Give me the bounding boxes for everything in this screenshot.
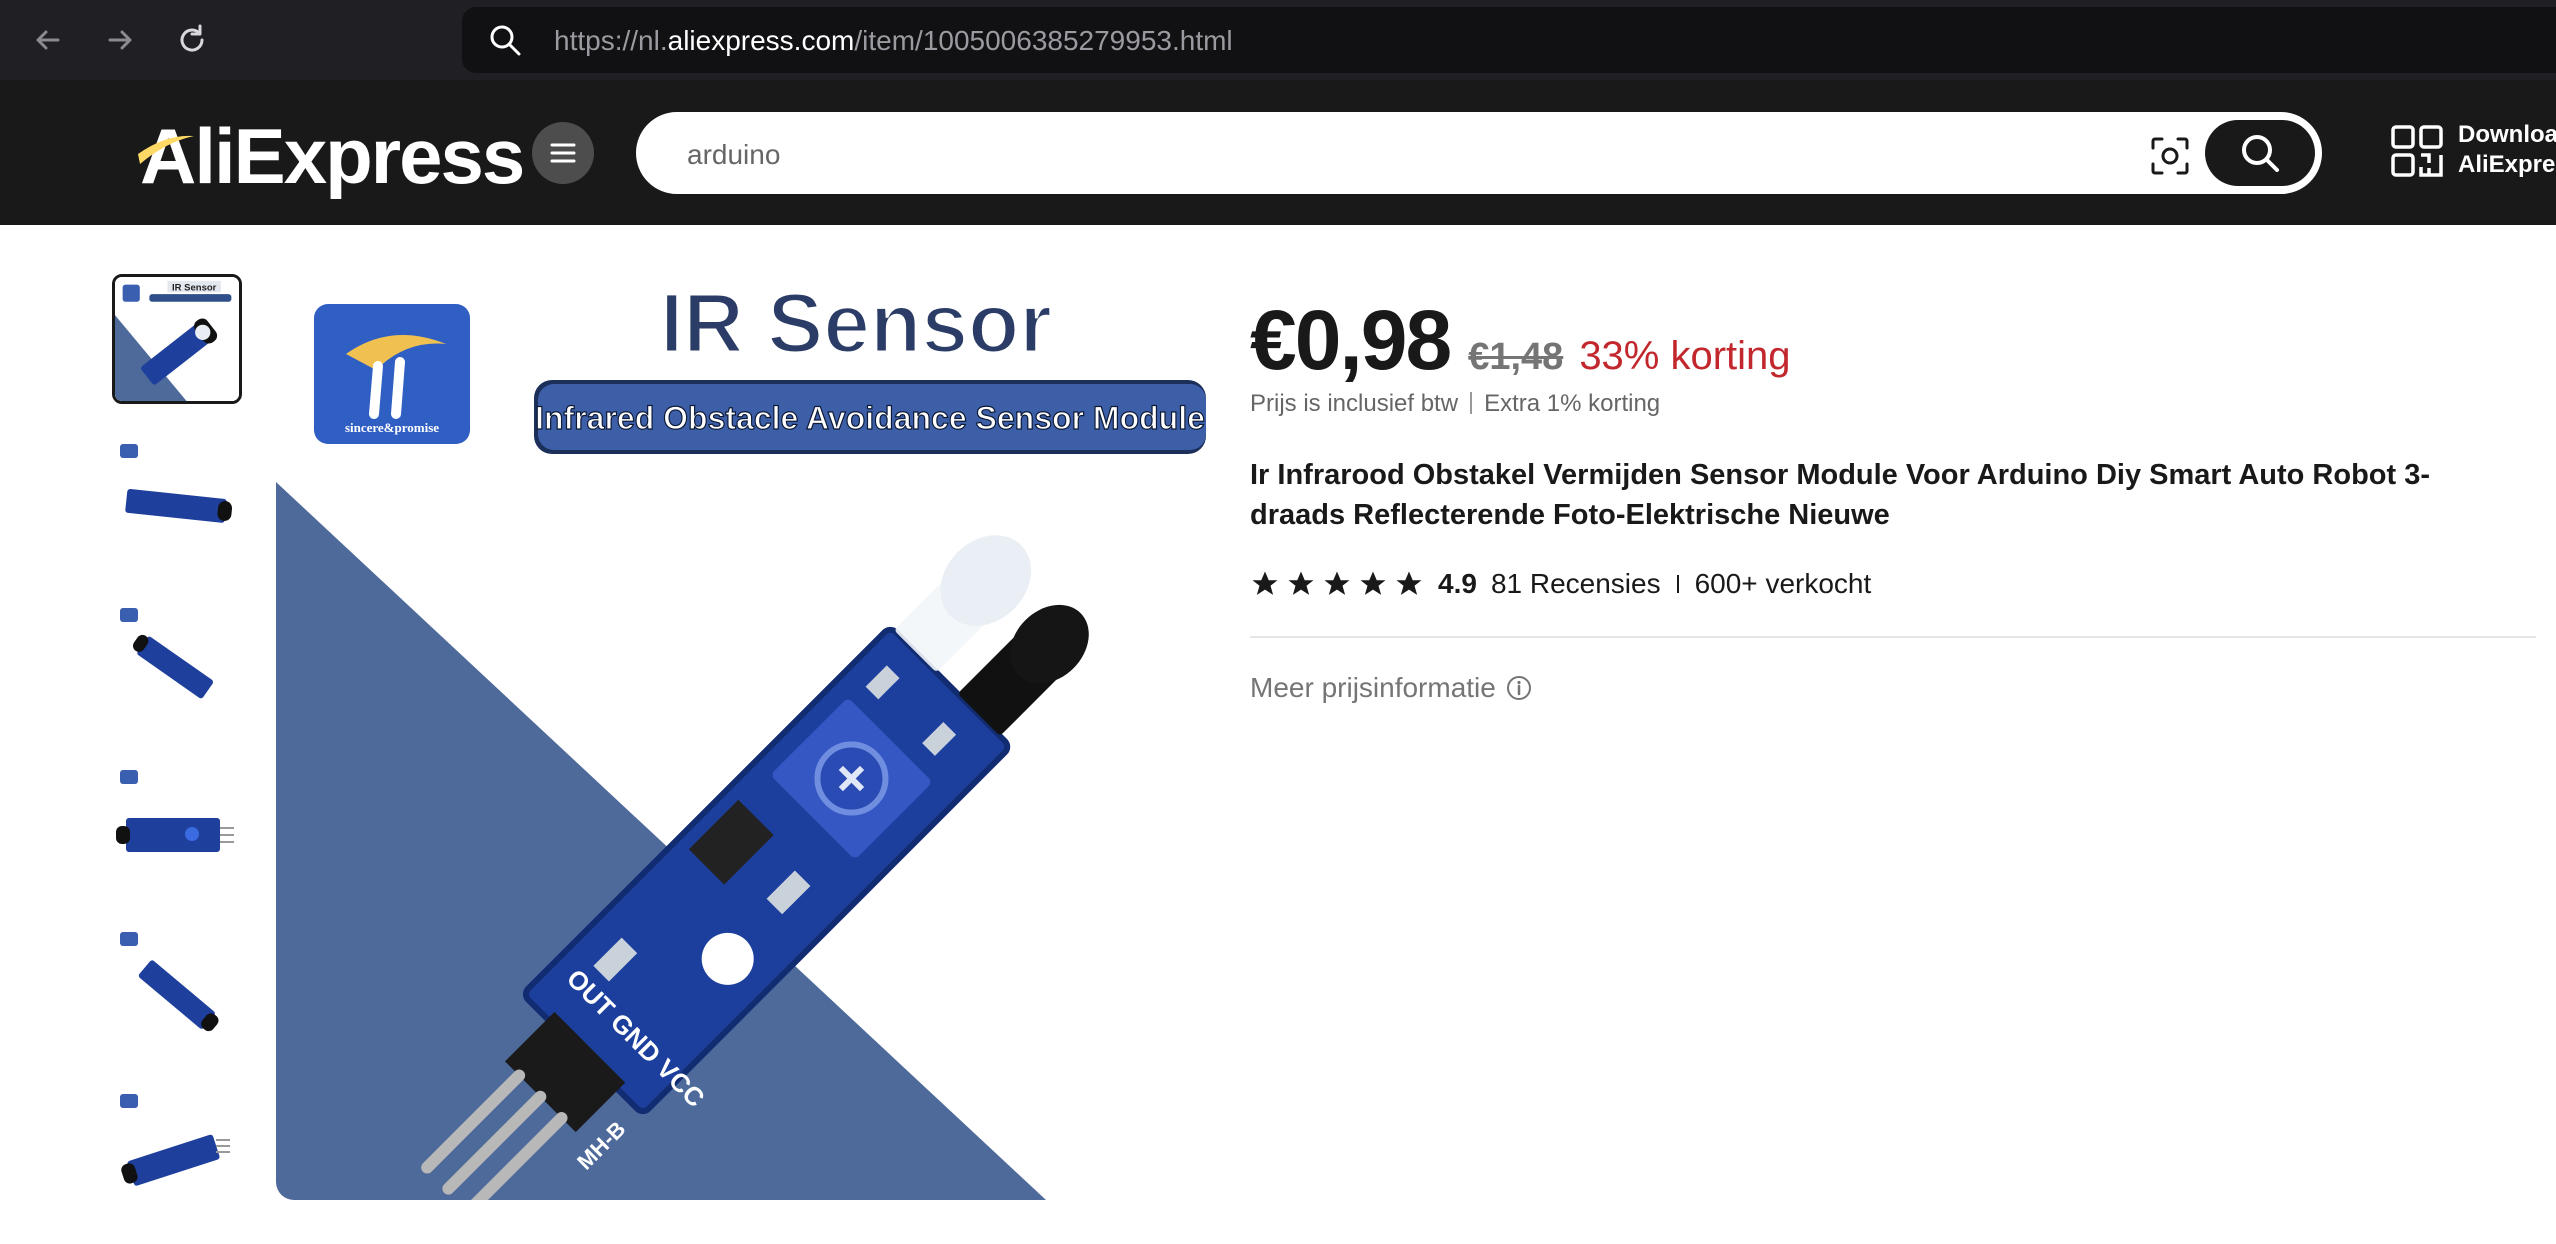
forward-button[interactable] <box>100 20 140 60</box>
image-subheadline: Infrared Obstacle Avoidance Sensor Modul… <box>535 400 1205 436</box>
product-title: Ir Infrarood Obstakel Vermijden Sensor M… <box>1250 459 2430 531</box>
download-app-text: DownloadAliExpress <box>2458 121 2556 178</box>
image-search-button[interactable] <box>2149 135 2191 177</box>
search-input[interactable]: arduino <box>636 112 2322 194</box>
original-price: €1,48 <box>1468 336 1564 378</box>
thumbnail-5[interactable] <box>112 924 242 1054</box>
separator <box>1676 575 1679 593</box>
sold-count: 600+ verkocht <box>1694 568 1872 599</box>
divider <box>1250 636 2536 638</box>
search-button[interactable] <box>2205 120 2315 186</box>
current-price: €0,98 <box>1250 293 1452 387</box>
thumbnail-image: IR Sensor <box>115 277 239 401</box>
thumbnail-image <box>112 924 242 1054</box>
aliexpress-logo[interactable]: AliExpress <box>138 116 525 196</box>
rating-value: 4.9 <box>1438 568 1477 599</box>
address-bar[interactable]: https://nl.aliexpress.com/item/100500638… <box>462 7 2556 73</box>
star-icon <box>1360 571 1386 595</box>
logo-a-mark-icon <box>138 135 194 164</box>
category-menu-button[interactable] <box>532 122 594 184</box>
thumbnail-6[interactable] <box>112 1086 242 1216</box>
search-query: arduino <box>687 139 781 170</box>
thumbnail-image <box>112 600 242 730</box>
arrow-left-icon <box>36 30 60 50</box>
thumbnail-image <box>112 1086 242 1216</box>
thumbnail-3[interactable] <box>112 600 242 730</box>
thumbnail-image <box>112 762 242 892</box>
thumbnail-1[interactable]: IR Sensor <box>112 274 242 404</box>
thumbnail-4[interactable] <box>112 762 242 892</box>
menu-icon <box>550 143 576 163</box>
camera-scan-icon <box>2151 137 2189 175</box>
price-note: Prijs is inclusief btw Extra 1% korting <box>1250 390 1660 418</box>
url-text: https://nl.aliexpress.com/item/100500638… <box>554 25 1233 56</box>
browser-toolbar: https://nl.aliexpress.com/item/100500638… <box>0 0 2556 80</box>
image-headline: IR Sensor <box>660 276 1052 370</box>
more-price-info-label: Meer prijsinformatie <box>1250 672 1496 703</box>
reload-button[interactable] <box>172 20 212 60</box>
star-icon <box>1324 571 1350 595</box>
star-icon <box>1252 571 1278 595</box>
star-icon <box>1288 571 1314 595</box>
product-photo: sincere&promise IR Sensor Infrared Obsta… <box>276 274 1206 1200</box>
more-price-info-link[interactable]: Meer prijsinformatie <box>1250 672 1532 704</box>
vat-note: Prijs is inclusief btw <box>1250 390 1459 417</box>
discount-label: 33% korting <box>1579 334 1791 378</box>
svg-text:sincere&promise: sincere&promise <box>345 420 439 435</box>
reviews-link[interactable]: 81 Recensies <box>1491 568 1661 600</box>
logo-text: AliExpress <box>140 112 525 200</box>
star-rating <box>1250 569 1424 599</box>
reload-icon <box>180 24 204 52</box>
main-product-image[interactable]: sincere&promise IR Sensor Infrared Obsta… <box>276 274 1206 1200</box>
search-icon <box>490 25 521 56</box>
qr-code-icon <box>2391 125 2443 177</box>
extra-discount: Extra 1% korting <box>1484 390 1661 417</box>
arrow-right-icon <box>108 30 132 50</box>
star-icon <box>1396 571 1422 595</box>
search-icon <box>2242 135 2279 172</box>
separator <box>1470 392 1473 414</box>
rating-row: 4.9 81 Recensies 600+ verkocht <box>1250 564 1871 604</box>
svg-text:IR Sensor: IR Sensor <box>172 282 217 293</box>
info-icon <box>1506 676 1531 700</box>
thumbnail-image <box>112 436 242 566</box>
site-header: AliExpress arduino DownloadAliExpress <box>0 80 2556 225</box>
back-button[interactable] <box>28 20 68 60</box>
price-row: €0,98 €1,48 33% korting <box>1250 292 1791 389</box>
thumbnail-2[interactable] <box>112 436 242 566</box>
download-app-link[interactable]: DownloadAliExpress <box>2390 120 2556 190</box>
